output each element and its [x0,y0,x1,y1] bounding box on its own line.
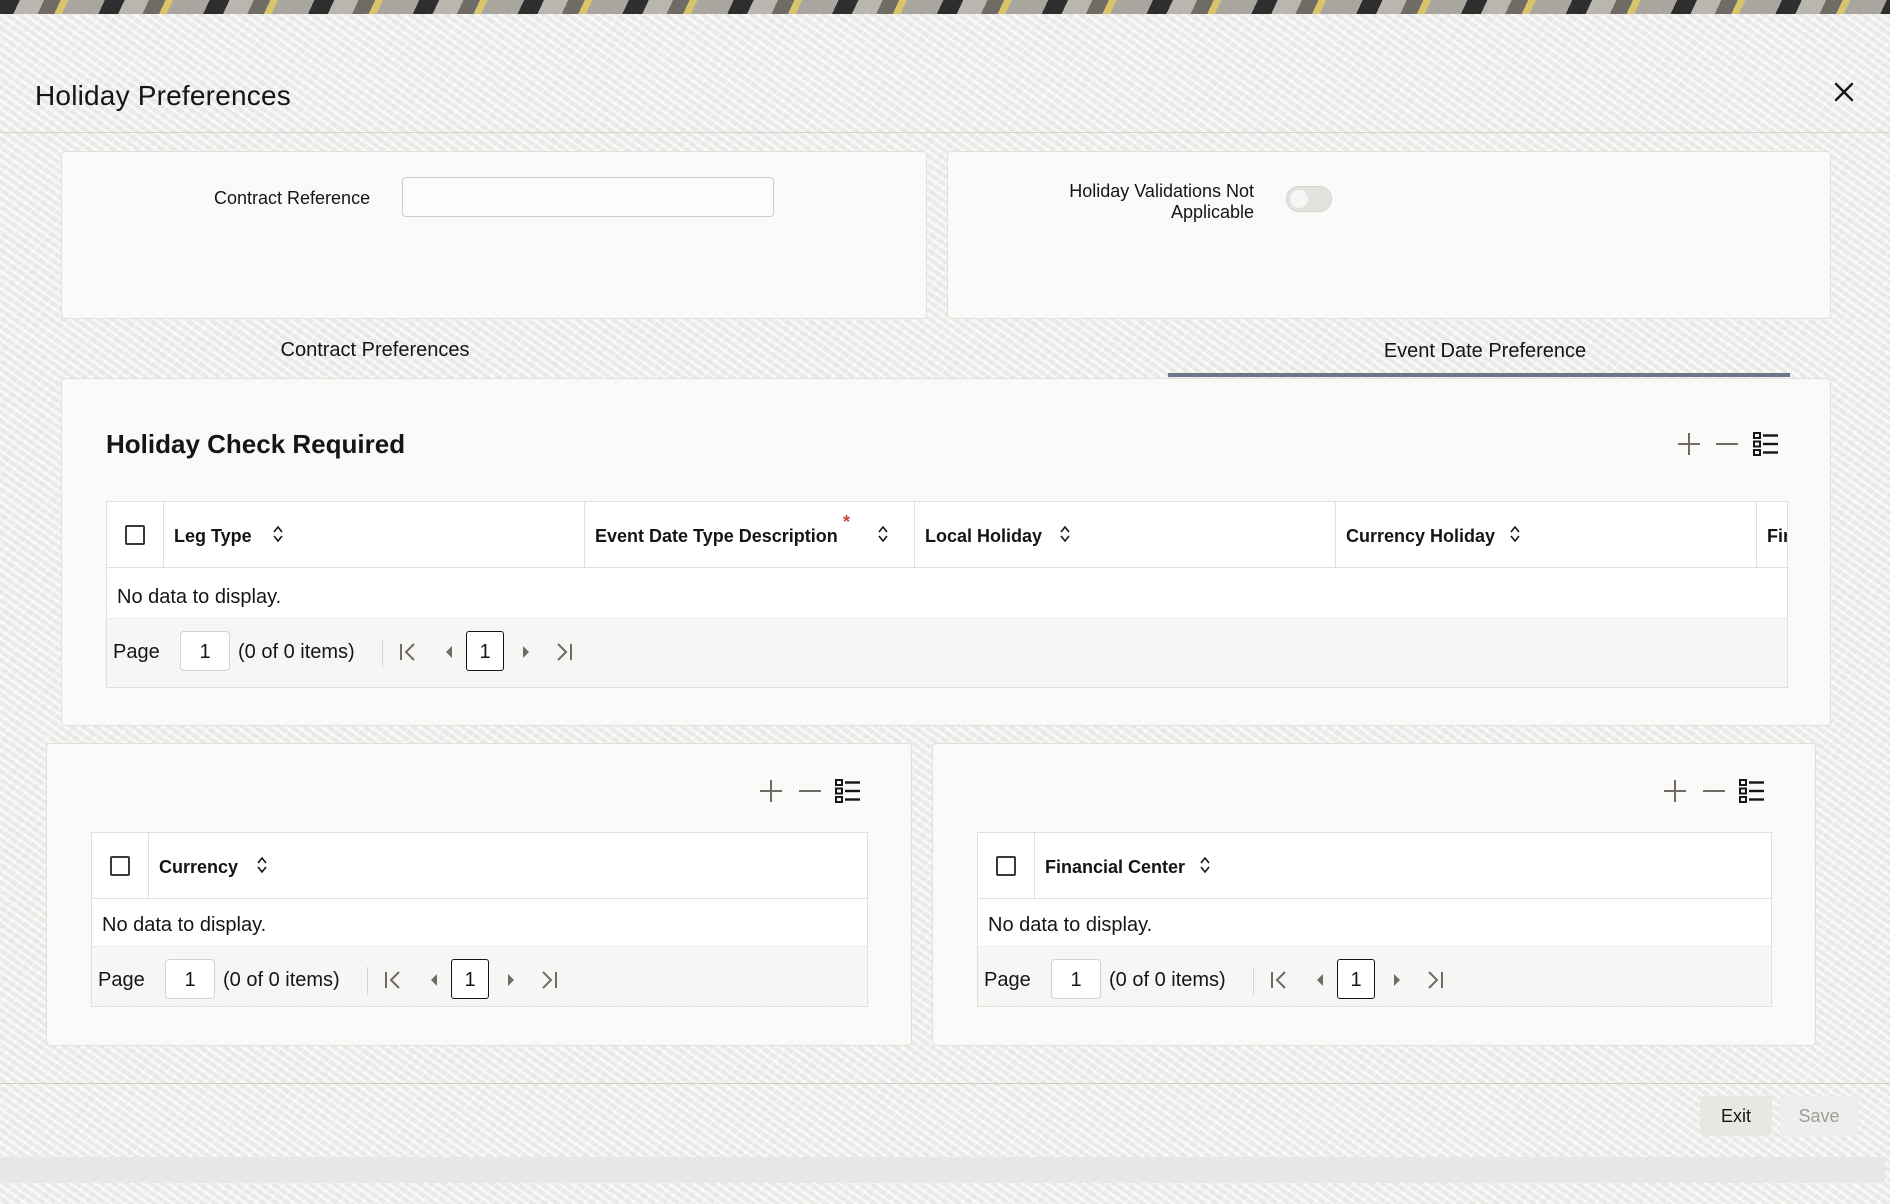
select-all-column [92,833,149,899]
pagination: Page 1 (0 of 0 items) 1 [978,946,1771,1006]
close-icon[interactable] [1830,78,1858,106]
column-local-holiday: Local Holiday [915,502,1336,568]
holiday-validations-label: Holiday Validations Not Applicable [1069,181,1254,223]
pager-divider [382,639,383,667]
sort-icon[interactable] [1509,524,1521,544]
page-label: Page [984,969,1031,991]
empty-message: No data to display. [102,914,267,936]
first-page-icon[interactable] [397,639,419,665]
first-page-icon[interactable] [1268,967,1290,993]
page-input[interactable]: 1 [1051,959,1101,999]
last-page-icon[interactable] [553,639,575,665]
page-input[interactable]: 1 [180,631,230,671]
holiday-validations-toggle[interactable] [1286,186,1332,212]
select-all-column [978,833,1035,899]
sort-icon[interactable] [1199,855,1211,875]
tab-contract-preferences[interactable]: Contract Preferences [240,339,510,362]
column-label: Currency Holiday [1346,526,1496,546]
column-label: Leg Type [174,526,252,546]
select-all-column [107,502,164,568]
empty-message: No data to display. [988,914,1153,936]
current-page-button[interactable]: 1 [1337,959,1375,999]
dialog-title: Holiday Preferences [35,80,291,111]
column-list-icon[interactable] [1737,776,1767,806]
column-currency-holiday: Currency Holiday [1336,502,1757,568]
column-list-icon[interactable] [1751,429,1781,459]
table-header: Financial Center [978,833,1771,899]
remove-icon[interactable] [795,776,825,806]
column-currency: Currency [149,833,867,899]
holiday-check-title: Holiday Check Required [106,429,406,459]
title-divider [0,132,1890,133]
column-label: Currency [159,857,239,877]
column-leg-type: Leg Type [164,502,585,568]
column-event-date-type-description: Event Date Type Description * [585,502,915,568]
previous-page-icon[interactable] [437,639,459,665]
page-input[interactable]: 1 [165,959,215,999]
window-bottom-bar [0,1157,1885,1183]
tab-event-date-preference[interactable]: Event Date Preference [1340,340,1630,363]
column-label: Event Date Type Description [595,526,838,546]
pagination: Page 1 (0 of 0 items) 1 [92,946,867,1006]
next-page-icon[interactable] [501,967,523,993]
empty-message: No data to display. [117,586,282,608]
remove-icon[interactable] [1699,776,1729,806]
financial-center-table: Financial Center No data to display. Pag… [977,832,1772,1007]
previous-page-icon[interactable] [1308,967,1330,993]
sort-icon[interactable] [256,855,268,875]
holiday-validations-label-line1: Holiday Validations Not [1069,181,1254,201]
header-banner [0,0,1890,14]
holiday-validations-panel: Holiday Validations Not Applicable [947,151,1831,319]
add-icon[interactable] [1674,429,1704,459]
page-label: Page [113,641,160,663]
save-button[interactable]: Save [1780,1096,1858,1136]
current-page-button[interactable]: 1 [451,959,489,999]
previous-page-icon[interactable] [422,967,444,993]
footer-divider [0,1083,1890,1084]
column-label: Financial Center [1045,857,1186,877]
selected-tab-indicator [1168,373,1790,377]
table-header: Leg Type Event Date Type Description * L… [107,502,1788,568]
select-all-checkbox[interactable] [110,856,130,876]
column-label: Local Holiday [925,526,1043,546]
pagination: Page 1 (0 of 0 items) 1 [107,618,1787,687]
financial-center-panel: Financial Center No data to display. Pag… [932,743,1816,1046]
pager-divider [367,967,368,995]
add-icon[interactable] [756,776,786,806]
current-page-button[interactable]: 1 [466,631,504,671]
required-marker: * [843,512,851,532]
contract-reference-panel: Contract Reference [61,151,927,319]
first-page-icon[interactable] [382,967,404,993]
contract-reference-label: Contract Reference [214,188,371,208]
page-label: Page [98,969,145,991]
column-label: Fir [1767,526,1788,546]
item-count: (0 of 0 items) [223,969,340,991]
select-all-checkbox[interactable] [125,525,145,545]
sort-icon[interactable] [877,524,889,544]
toggle-knob [1290,190,1308,208]
pager-divider [1253,967,1254,995]
holiday-check-table: Leg Type Event Date Type Description * L… [106,501,1788,688]
currency-panel: Currency No data to display. Page 1 (0 o… [46,743,912,1046]
add-icon[interactable] [1660,776,1690,806]
sort-icon[interactable] [1059,524,1071,544]
table-header: Currency [92,833,867,899]
currency-table: Currency No data to display. Page 1 (0 o… [91,832,868,1007]
sort-icon[interactable] [272,524,284,544]
last-page-icon[interactable] [538,967,560,993]
last-page-icon[interactable] [1424,967,1446,993]
holiday-check-panel: Holiday Check Required Leg Type Event Da… [61,378,1831,726]
column-truncated: Fir [1757,502,1788,568]
next-page-icon[interactable] [516,639,538,665]
item-count: (0 of 0 items) [238,641,355,663]
column-list-icon[interactable] [833,776,863,806]
contract-reference-input[interactable] [402,177,774,217]
item-count: (0 of 0 items) [1109,969,1226,991]
exit-button[interactable]: Exit [1700,1096,1772,1136]
select-all-checkbox[interactable] [996,856,1016,876]
remove-icon[interactable] [1712,429,1742,459]
column-financial-center: Financial Center [1035,833,1771,899]
next-page-icon[interactable] [1387,967,1409,993]
holiday-validations-label-line2: Applicable [1170,202,1254,222]
